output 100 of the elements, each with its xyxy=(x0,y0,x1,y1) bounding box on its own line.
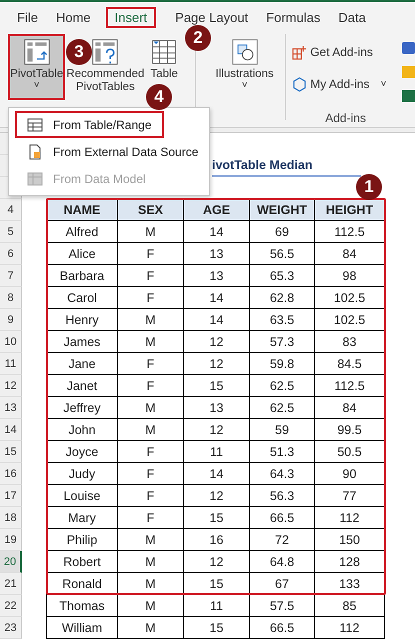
table-cell: James xyxy=(46,331,118,353)
row-number: 9 xyxy=(0,309,22,331)
table-cell: F xyxy=(118,265,184,287)
table-cell: Thomas xyxy=(46,595,118,617)
illustrations-button[interactable]: Illustrations ˅ xyxy=(208,34,282,93)
table-cell: 85 xyxy=(315,595,385,617)
table-button[interactable]: Table xyxy=(145,34,184,83)
table-cell: 12 xyxy=(184,419,250,441)
table-cell: M xyxy=(118,617,184,639)
table-cell: 102.5 xyxy=(315,287,385,309)
table-cell: 11 xyxy=(184,595,250,617)
table-cell: F xyxy=(118,507,184,529)
ribbon-tab[interactable]: Home xyxy=(46,7,100,28)
table-cell: 12 xyxy=(184,485,250,507)
table-cell: 62.5 xyxy=(250,397,315,419)
table-cell: Carol xyxy=(46,287,118,309)
table-cell: Philip xyxy=(46,529,118,551)
row-number: 14 xyxy=(0,419,22,441)
row-number: 18 xyxy=(0,507,22,529)
ribbon-tab[interactable]: File xyxy=(8,7,47,28)
table-cell: 150 xyxy=(315,529,385,551)
table-cell: Jane xyxy=(46,353,118,375)
table-cell: 57.3 xyxy=(250,331,315,353)
table-cell: Janet xyxy=(46,375,118,397)
table-cell: M xyxy=(118,551,184,573)
row-number: 20 xyxy=(0,551,22,573)
row-number: 13 xyxy=(0,397,22,419)
table-cell: 133 xyxy=(315,573,385,595)
ribbon-tab[interactable]: Insert xyxy=(106,7,156,28)
table-cell: Alfred xyxy=(46,221,118,243)
row-number: 11 xyxy=(0,353,22,375)
table-cell: 13 xyxy=(184,243,250,265)
table-cell: Mary xyxy=(46,507,118,529)
ribbon-tab[interactable]: Page Layout xyxy=(166,7,258,28)
table-cell: 50.5 xyxy=(315,441,385,463)
table-cell: 84.5 xyxy=(315,353,385,375)
ribbon-tab[interactable]: Data xyxy=(329,7,375,28)
table-cell: 66.5 xyxy=(250,507,315,529)
ribbon-tab[interactable]: Formulas xyxy=(257,7,330,28)
table-cell: 64.8 xyxy=(250,551,315,573)
table-cell: 14 xyxy=(184,221,250,243)
table-cell: 66.5 xyxy=(250,617,315,639)
table-cell: 83 xyxy=(315,331,385,353)
table-cell: 51.3 xyxy=(250,441,315,463)
table-cell: 63.5 xyxy=(250,309,315,331)
table-cell: 67 xyxy=(250,573,315,595)
table-cell: 59.8 xyxy=(250,353,315,375)
row-number: 19 xyxy=(0,529,22,551)
table-cell: 56.3 xyxy=(250,485,315,507)
table-cell: 112.5 xyxy=(315,221,385,243)
table-cell: F xyxy=(118,287,184,309)
table-cell: Robert xyxy=(46,551,118,573)
table-cell: Judy xyxy=(46,463,118,485)
table-cell: 128 xyxy=(315,551,385,573)
table-cell: Alice xyxy=(46,243,118,265)
table-cell: F xyxy=(118,485,184,507)
row-number: 6 xyxy=(0,243,22,265)
table-cell: M xyxy=(118,331,184,353)
table-cell: 112 xyxy=(315,507,385,529)
row-number: 7 xyxy=(0,265,22,287)
table-cell: 12 xyxy=(184,353,250,375)
table-cell: 77 xyxy=(315,485,385,507)
table-cell: 69 xyxy=(250,221,315,243)
menu-item[interactable]: From Table/Range xyxy=(15,111,164,138)
table-cell: Jeffrey xyxy=(46,397,118,419)
table-cell: Barbara xyxy=(46,265,118,287)
row-number: 15 xyxy=(0,441,22,463)
table-cell: Louise xyxy=(46,485,118,507)
table-cell: M xyxy=(118,397,184,419)
menu-item[interactable]: From External Data Source xyxy=(15,138,210,165)
table-cell: John xyxy=(46,419,118,441)
table-cell: 62.8 xyxy=(250,287,315,309)
table-cell: 65.3 xyxy=(250,265,315,287)
row-number: 8 xyxy=(0,287,22,309)
table-cell: M xyxy=(118,573,184,595)
table-cell: 11 xyxy=(184,441,250,463)
get-add-ins-button[interactable]: Get Add-ins xyxy=(292,38,399,66)
table-cell: 112 xyxy=(315,617,385,639)
table-cell: F xyxy=(118,243,184,265)
table-cell: William xyxy=(46,617,118,639)
pivottable-button[interactable]: PivotTable ˅ xyxy=(8,34,66,100)
table-cell: M xyxy=(118,529,184,551)
row-number: 22 xyxy=(0,595,22,617)
table-cell: 98 xyxy=(315,265,385,287)
table-cell: F xyxy=(118,375,184,397)
my-add-ins-button[interactable]: My Add-ins ˅ xyxy=(292,70,399,98)
table-cell: 62.5 xyxy=(250,375,315,397)
column-header: HEIGHT xyxy=(315,199,385,221)
table-cell: 99.5 xyxy=(315,419,385,441)
table-cell: 112.5 xyxy=(315,375,385,397)
table-cell: 15 xyxy=(184,573,250,595)
table-cell: Ronald xyxy=(46,573,118,595)
table-cell: 16 xyxy=(184,529,250,551)
table-cell: 14 xyxy=(184,463,250,485)
table-cell: 56.5 xyxy=(250,243,315,265)
table-cell: M xyxy=(118,309,184,331)
table-cell: 12 xyxy=(184,331,250,353)
table-cell: 90 xyxy=(315,463,385,485)
table-cell: F xyxy=(118,353,184,375)
sheet-title: ivotTable Median xyxy=(212,158,312,172)
